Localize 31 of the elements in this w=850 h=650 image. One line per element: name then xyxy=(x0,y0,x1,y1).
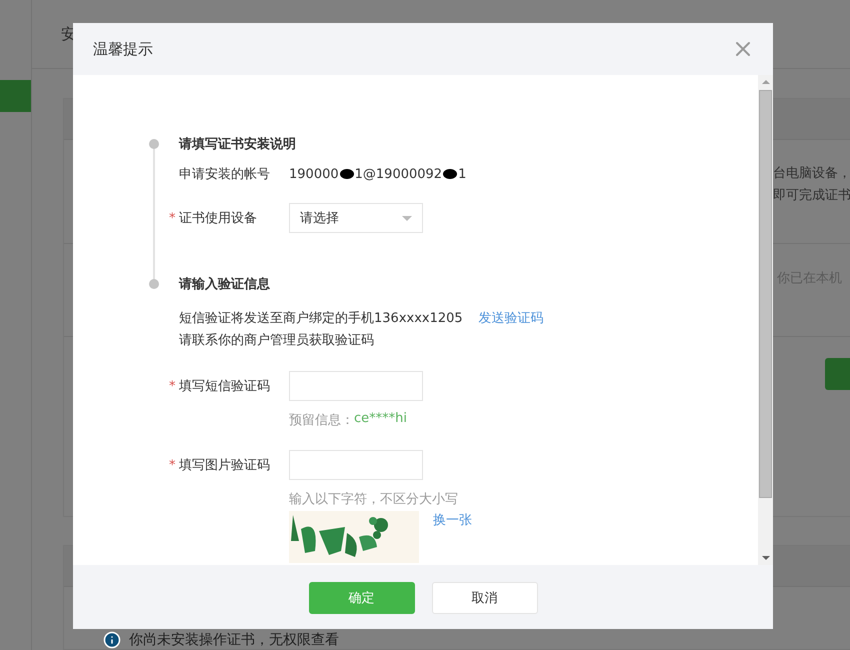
device-select[interactable]: 请选择 xyxy=(289,203,423,233)
sidebar-item[interactable] xyxy=(0,80,31,112)
cancel-button[interactable]: 取消 xyxy=(432,582,538,614)
field-label: 填写图片验证码 xyxy=(179,457,270,474)
notice-text: 你尚未安装操作证书，无权限查看 xyxy=(129,631,339,649)
field-label: 申请安装的帐号 xyxy=(179,166,270,183)
description-text: 即可完成证书 xyxy=(773,186,850,205)
timeline-dot xyxy=(149,139,159,149)
hint-text: 输入以下字符，不区分大小写 xyxy=(289,491,458,508)
hint-value: ce****hi xyxy=(354,411,407,428)
sms-notice: 请联系你的商户管理员获取验证码 xyxy=(179,332,375,350)
confirm-button[interactable]: 确定 xyxy=(308,582,414,614)
field-label: 证书使用设备 xyxy=(179,210,257,227)
sms-code-input[interactable] xyxy=(289,371,423,401)
section-title: 请填写证书安装说明 xyxy=(179,136,297,154)
image-code-input[interactable] xyxy=(289,450,423,480)
required-mark: * xyxy=(169,458,176,472)
refresh-link[interactable]: 换一张 xyxy=(433,511,472,529)
sms-notice: 短信验证将发送至商户绑定的手机136xxxx1205 xyxy=(179,310,463,328)
section-title: 请输入验证信息 xyxy=(179,276,271,294)
account-value: 190000 1@19000092 1 xyxy=(289,166,466,182)
timeline-dot xyxy=(149,279,159,289)
required-mark: * xyxy=(169,210,176,226)
send-code-link[interactable]: 发送验证码 xyxy=(478,311,544,326)
hint-label: 预留信息： xyxy=(289,412,354,429)
info-icon xyxy=(103,631,121,649)
description-text: 台电脑设备， xyxy=(773,164,850,183)
dialog-title: 温馨提示 xyxy=(93,40,153,58)
required-mark: * xyxy=(169,378,176,394)
field-label: 填写短信验证码 xyxy=(179,378,270,395)
scrollbar[interactable] xyxy=(758,75,773,565)
